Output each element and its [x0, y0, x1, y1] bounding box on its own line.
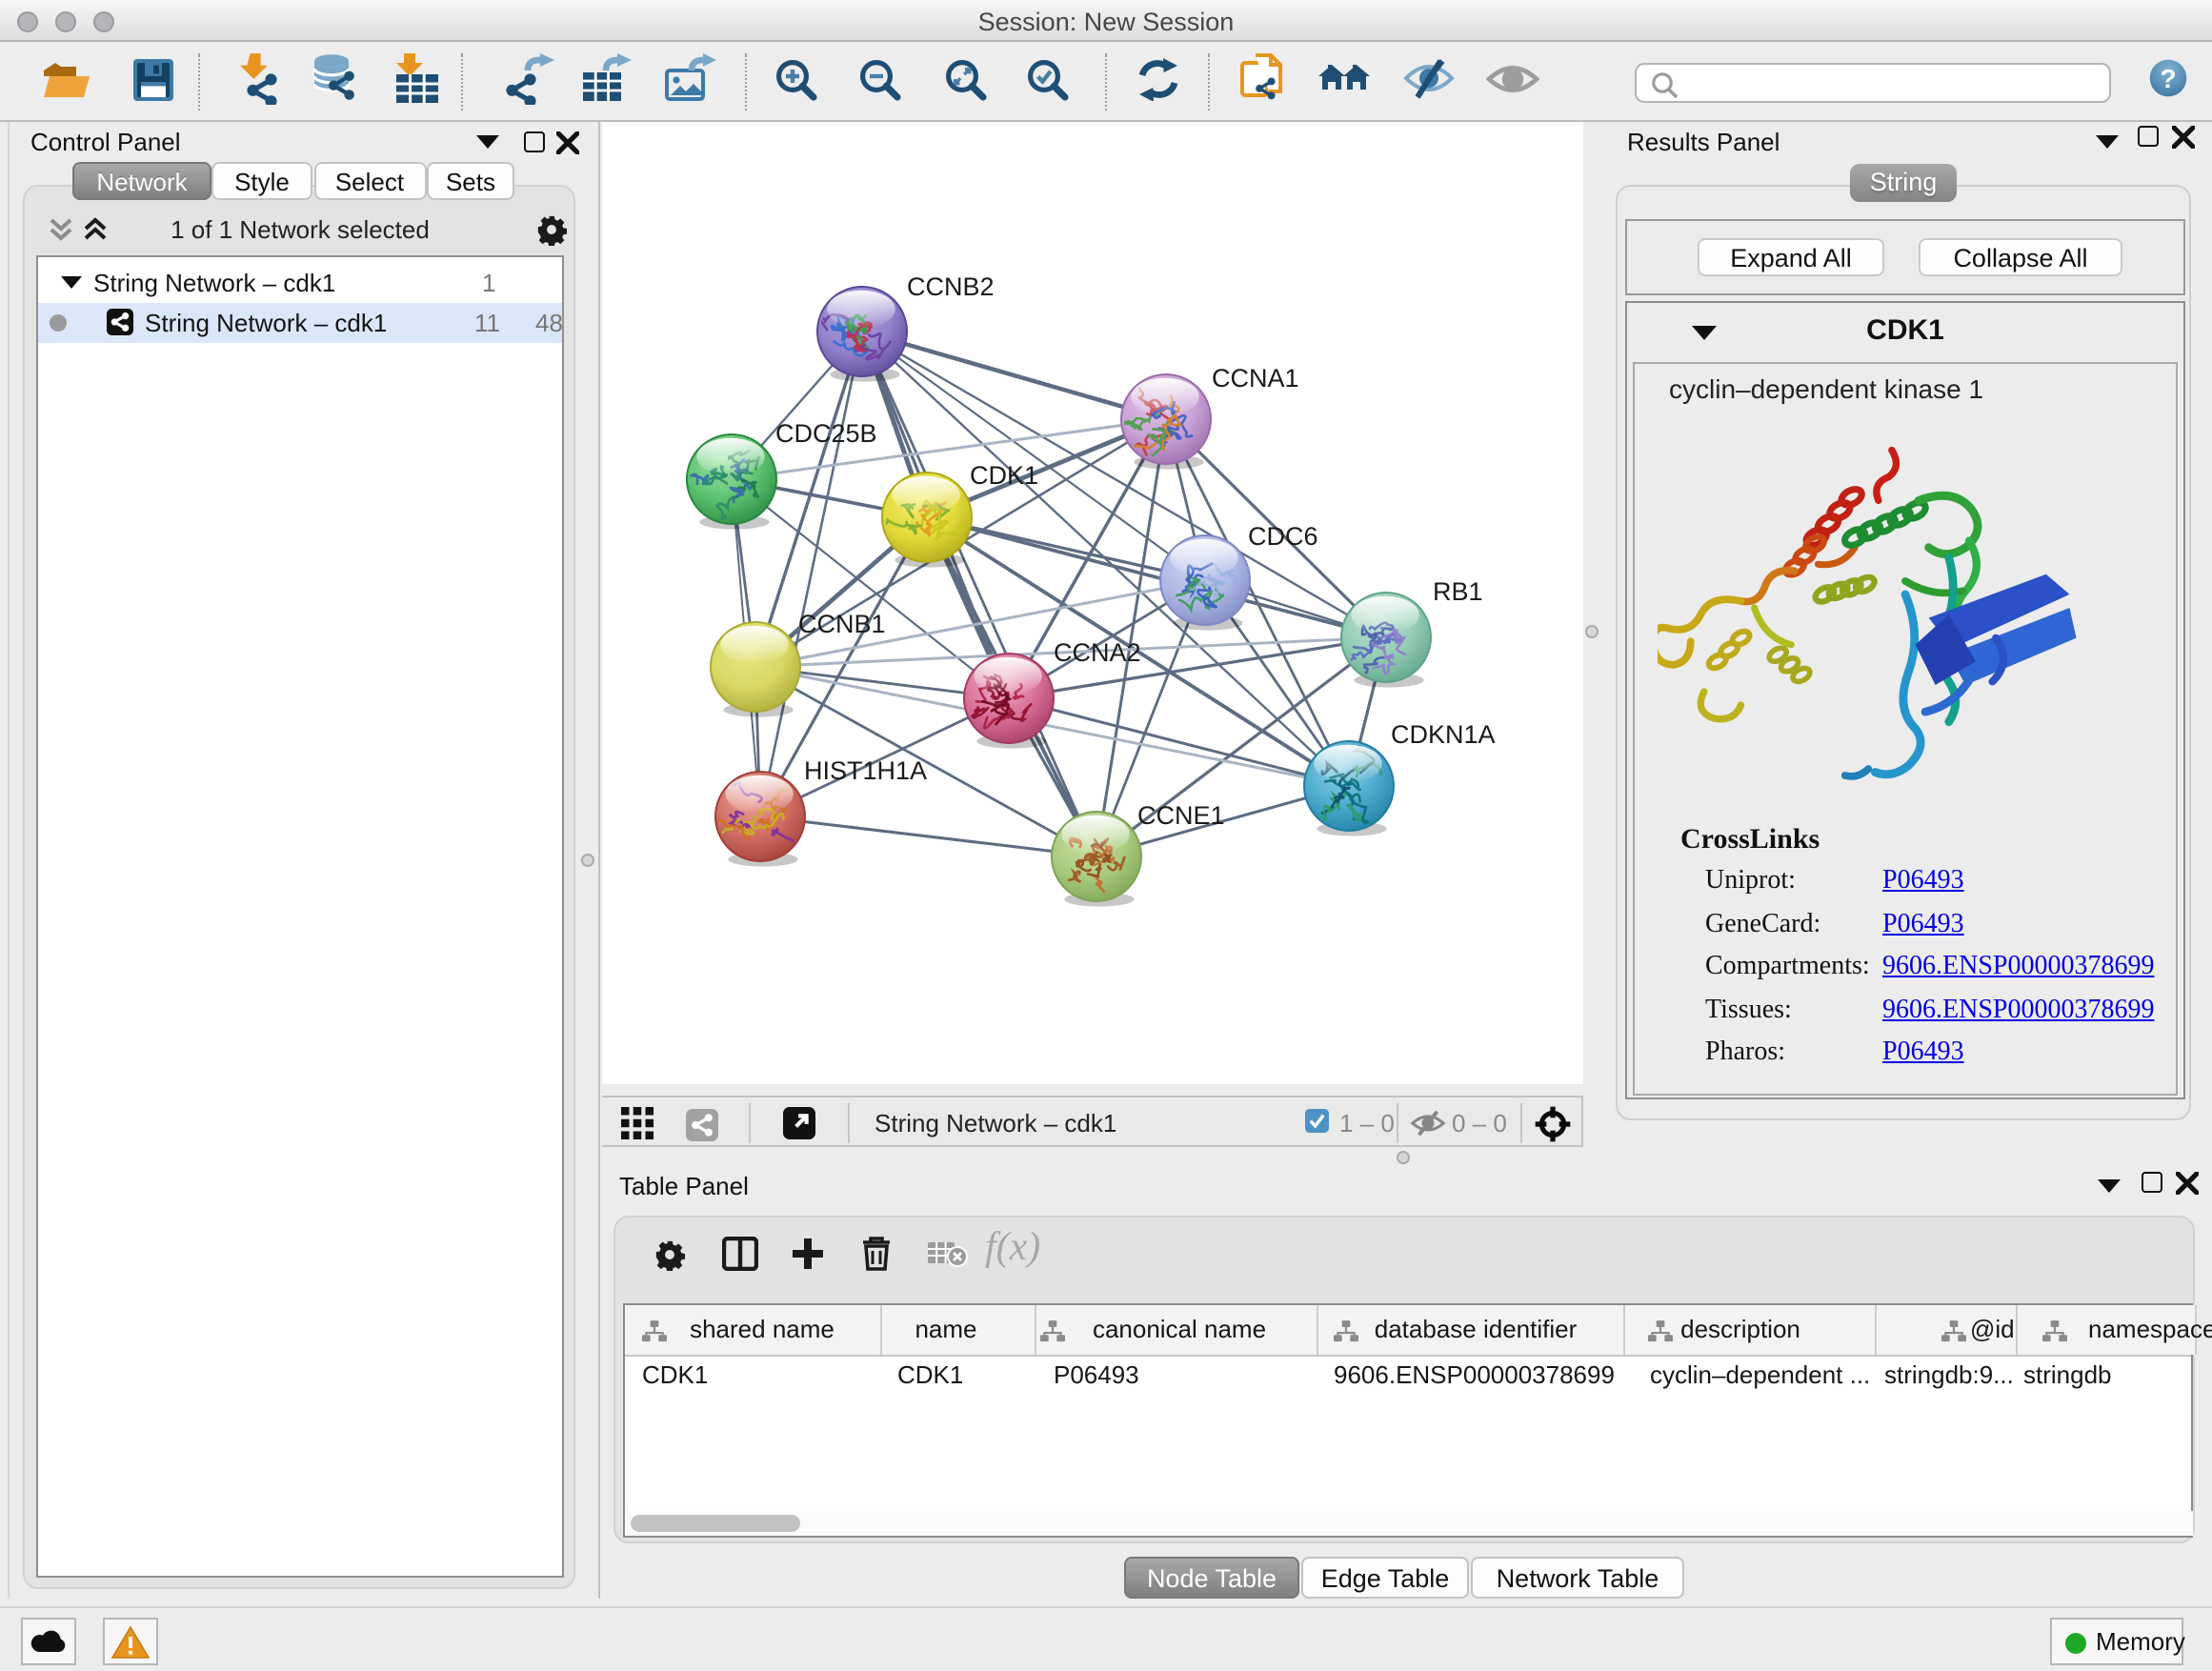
svg-text:CDK1: CDK1 [970, 461, 1038, 490]
svg-text:CCNA2: CCNA2 [1054, 638, 1141, 667]
svg-text:CDC25B: CDC25B [775, 419, 877, 448]
svg-text:CDC6: CDC6 [1248, 522, 1318, 551]
svg-text:HIST1H1A: HIST1H1A [804, 756, 927, 785]
svg-text:RB1: RB1 [1433, 577, 1483, 606]
svg-text:CCNA1: CCNA1 [1212, 364, 1299, 393]
svg-text:CCNB2: CCNB2 [907, 272, 995, 301]
svg-text:CDKN1A: CDKN1A [1391, 720, 1496, 749]
svg-text:CCNB1: CCNB1 [798, 610, 886, 638]
svg-text:CCNE1: CCNE1 [1137, 801, 1225, 830]
svg-text:?: ? [2160, 64, 2176, 93]
